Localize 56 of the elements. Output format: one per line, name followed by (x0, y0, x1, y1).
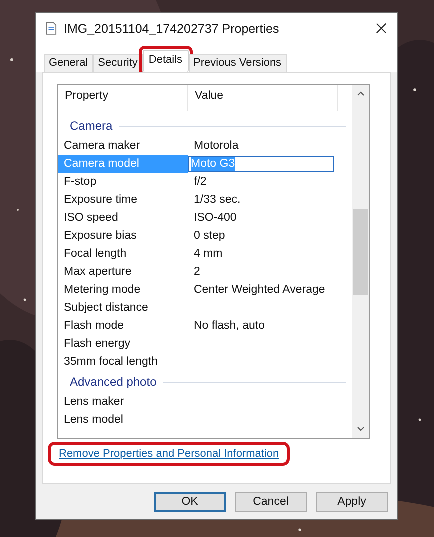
property-name: ISO speed (63, 211, 120, 226)
column-header[interactable]: Value (188, 85, 338, 111)
property-name: F-stop (63, 175, 98, 190)
file-icon (46, 22, 57, 35)
scroll-thumb[interactable] (353, 209, 368, 295)
scroll-up-icon[interactable] (356, 91, 364, 96)
property-name: Subject distance (63, 301, 150, 316)
scroll-down-icon[interactable] (356, 427, 364, 432)
property-name: Exposure bias (63, 229, 138, 244)
property-row[interactable]: F-stop f/2 (58, 173, 348, 191)
tab[interactable]: Security (93, 54, 143, 72)
dialog-button[interactable]: Apply (316, 492, 388, 512)
group-header: Advanced photo (70, 375, 157, 389)
property-row[interactable]: Flash mode No flash, auto (58, 317, 348, 335)
property-value: Center Weighted Average (193, 284, 326, 296)
property-value: 1/33 sec. (193, 194, 241, 206)
property-name: Metering mode (63, 283, 142, 298)
property-name: Flash energy (63, 337, 132, 352)
property-value: No flash, auto (193, 320, 265, 332)
property-value: Motorola (193, 140, 239, 152)
property-name: 35mm focal length (63, 355, 159, 370)
property-value: f/2 (193, 176, 207, 188)
property-name: Flash mode (63, 319, 126, 334)
property-name: Camera model (58, 155, 188, 173)
scrollbar[interactable] (352, 85, 369, 438)
remove-properties-link[interactable]: Remove Properties and Personal Information (48, 442, 290, 466)
dialog-button[interactable]: OK (154, 492, 226, 512)
group-header: Camera (70, 119, 113, 133)
property-row[interactable]: Flash energy (58, 335, 348, 353)
property-row[interactable]: 35mm focal length (58, 353, 348, 371)
property-row[interactable]: ISO speed ISO-400 (58, 209, 348, 227)
property-value: ISO-400 (193, 212, 237, 224)
window-title: IMG_20151104_174202737 Properties (64, 22, 280, 36)
property-row[interactable]: Exposure bias 0 step (58, 227, 348, 245)
property-name: Max aperture (63, 265, 133, 280)
column-header[interactable]: Property (58, 85, 188, 111)
property-row[interactable]: Metering mode Center Weighted Average (58, 281, 348, 299)
property-row[interactable]: Subject distance (58, 299, 348, 317)
property-value: 2 (193, 266, 200, 278)
tab[interactable]: Previous Versions (188, 54, 287, 72)
property-row[interactable]: Camera maker Motorola (58, 137, 348, 155)
property-row[interactable]: Max aperture 2 (58, 263, 348, 281)
property-name: Lens maker (63, 395, 126, 410)
property-name: Lens model (63, 413, 124, 428)
property-row[interactable]: Lens maker (58, 393, 348, 411)
tab[interactable]: General (44, 54, 94, 72)
property-value: 0 step (193, 230, 226, 242)
property-row[interactable]: Exposure time 1/33 sec. (58, 191, 348, 209)
close-icon[interactable] (376, 23, 387, 34)
property-row[interactable]: Focal length 4 mm (58, 245, 348, 263)
property-name: Focal length (63, 247, 128, 262)
property-row[interactable]: Lens model (58, 411, 348, 429)
property-value: 4 mm (193, 248, 223, 260)
property-name: Exposure time (63, 193, 139, 208)
dialog-button[interactable]: Cancel (235, 492, 307, 512)
property-name: Camera maker (63, 139, 142, 154)
